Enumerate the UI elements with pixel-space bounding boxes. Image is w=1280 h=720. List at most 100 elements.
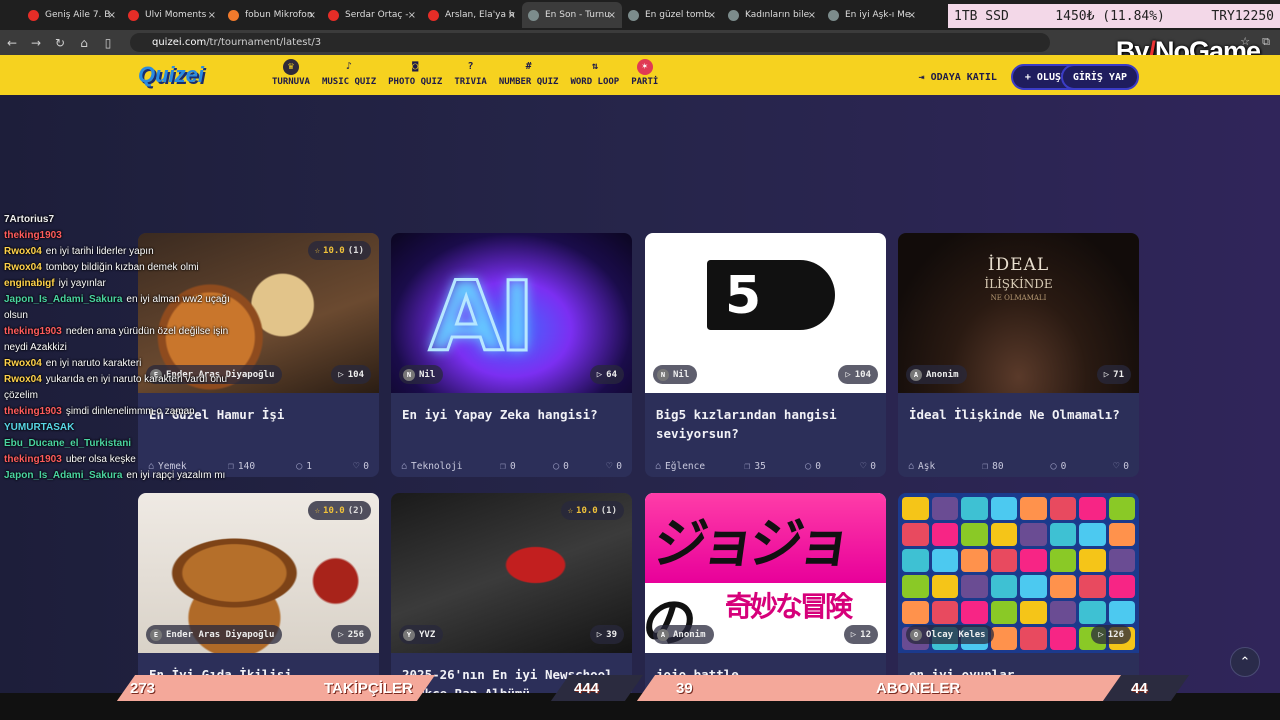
author-badge[interactable]: O Olcay Keles bbox=[906, 625, 994, 644]
play-count: 104 bbox=[347, 369, 364, 380]
subs-right-count: 44 bbox=[1131, 679, 1148, 697]
author-badge[interactable]: Y YVZ bbox=[399, 625, 444, 644]
quizei-icon bbox=[828, 9, 839, 21]
login-button[interactable]: GİRİŞ YAP bbox=[1060, 64, 1139, 90]
quiz-title[interactable]: En iyi Yapay Zeka hangisi? bbox=[391, 393, 632, 455]
author-badge[interactable]: N Nil bbox=[653, 365, 698, 384]
quiz-title[interactable]: İdeal İlişkinde Ne Olmamalı? bbox=[898, 393, 1139, 455]
menu-item-number-quiz[interactable]: # NUMBER QUIZ bbox=[493, 59, 565, 87]
quiz-card-image[interactable]: E Ender Aras Diyapoğlu ▷ 256 ☆ 10.0 (2) bbox=[138, 493, 379, 653]
category[interactable]: ⌂ Aşk bbox=[908, 461, 935, 472]
star-icon: ☆ bbox=[567, 505, 574, 516]
like-count[interactable]: ♡ 0 bbox=[860, 461, 876, 472]
browser-tab[interactable]: Ulvi Moments × bbox=[122, 2, 222, 28]
trophy-icon: ♛ bbox=[282, 59, 299, 75]
category[interactable]: ⌂ Eğlence bbox=[655, 461, 705, 472]
tab-close-icon[interactable]: × bbox=[808, 10, 816, 21]
comment-count[interactable]: ◯ 0 bbox=[1051, 461, 1067, 472]
menu-item-music-quiz[interactable]: ♪ MUSIC QUIZ bbox=[316, 59, 382, 87]
quiz-card-image[interactable]: ジョジョの 奇妙な冒険 A Anonim ▷ 12 bbox=[645, 493, 886, 653]
game-thumb bbox=[1108, 575, 1135, 598]
quiz-card[interactable]: OOlcay Keles▷126en iyi oyunlar bbox=[898, 493, 1139, 693]
quiz-card[interactable]: EEnder Aras Diyapoğlu▷256☆10.0(2)En İyi … bbox=[138, 493, 379, 693]
comment-count[interactable]: ◯ 0 bbox=[553, 461, 569, 472]
quiz-card[interactable]: AI N Nil ▷ 64 En iyi Yapay Zeka hangisi? ⌂ Tekn… bbox=[391, 233, 632, 477]
join-room-button[interactable]: ⇥ ODAYA KATIL bbox=[919, 72, 997, 83]
chat-text: en iyi tarihi liderler yapın bbox=[45, 246, 154, 257]
browser-tab[interactable]: En güzel tomb × bbox=[622, 2, 722, 28]
menu-item-turnuva[interactable]: ♛ TURNUVA bbox=[266, 59, 316, 87]
tab-close-icon[interactable]: × bbox=[408, 10, 416, 21]
comment-count[interactable]: ◯ 0 bbox=[805, 461, 821, 472]
menu-item-trivia[interactable]: ? TRIVIA bbox=[448, 59, 493, 87]
comment-count-value: 0 bbox=[815, 460, 821, 472]
tab-close-icon[interactable]: × bbox=[508, 10, 516, 21]
quiz-card[interactable]: İDEAL İLİŞKİNDE NE OLMAMALI A Anonim ▷ 71 İdeal… bbox=[898, 233, 1139, 477]
browser-tab[interactable]: Geniş Aile 7. B × bbox=[22, 2, 122, 28]
quizei-logo[interactable]: Quizei bbox=[138, 62, 204, 88]
game-thumb bbox=[1079, 601, 1106, 624]
tab-close-icon[interactable]: × bbox=[708, 10, 716, 21]
browser-toolbar: ← → ↻ ⌂ ▯ quizei.com/tr/tournament/lates… bbox=[0, 30, 1280, 55]
quiz-card-image[interactable]: AI N Nil ▷ 64 bbox=[391, 233, 632, 393]
ai-logo-art: AI bbox=[427, 260, 536, 375]
menu-item-photo-quiz[interactable]: ◙ PHOTO QUIZ bbox=[382, 59, 448, 87]
like-count[interactable]: ♡ 0 bbox=[353, 461, 369, 472]
game-thumb bbox=[1049, 497, 1076, 520]
author-badge[interactable]: E Ender Aras Diyapoğlu bbox=[146, 625, 283, 644]
quiz-card[interactable]: YYVZ▷39☆10.0(1)2025-26'nın En iyi Newsch… bbox=[391, 493, 632, 693]
quiz-card-image[interactable]: O Olcay Keles ▷ 126 bbox=[898, 493, 1139, 653]
comment-count[interactable]: ◯ 1 bbox=[296, 461, 312, 472]
game-thumb bbox=[931, 497, 958, 520]
like-count-value: 0 bbox=[363, 460, 369, 472]
browser-tab[interactable]: Serdar Ortaç - × bbox=[322, 2, 422, 28]
home-icon[interactable]: ⌂ bbox=[72, 36, 96, 50]
ticker-total: TRY12250 bbox=[1211, 8, 1274, 24]
chat-text: uber olsa keşke bbox=[65, 454, 136, 465]
author-badge[interactable]: A Anonim bbox=[653, 625, 714, 644]
item-count: ❐ 0 bbox=[500, 461, 516, 472]
category[interactable]: ⌂ Teknoloji bbox=[401, 461, 463, 472]
arrows-icon: ⇅ bbox=[591, 61, 598, 72]
browser-tab[interactable]: En iyi Aşk-ı Me × bbox=[822, 2, 922, 28]
tab-close-icon[interactable]: × bbox=[608, 10, 616, 21]
like-count[interactable]: ♡ 0 bbox=[606, 461, 622, 472]
browser-tab[interactable]: En Son - Turnu × bbox=[522, 2, 622, 28]
forward-icon[interactable]: → bbox=[24, 36, 48, 50]
translate-icon[interactable]: ⧉ bbox=[1262, 35, 1270, 49]
menu-item-word-loop[interactable]: ⇅ WORD LOOP bbox=[564, 59, 625, 87]
browser-tab[interactable]: Arslan, Ela'ya h × bbox=[422, 2, 522, 28]
play-count-badge: ▷ 71 bbox=[1096, 365, 1131, 384]
quiz-card-image[interactable]: İDEAL İLİŞKİNDE NE OLMAMALI A Anonim ▷ 71 bbox=[898, 233, 1139, 393]
tab-close-icon[interactable]: × bbox=[108, 10, 116, 21]
like-count[interactable]: ♡ 0 bbox=[1113, 461, 1129, 472]
play-count: 126 bbox=[1107, 629, 1124, 640]
quiz-card-image[interactable]: Y YVZ ▷ 39 ☆ 10.0 (1) bbox=[391, 493, 632, 653]
play-count-badge: ▷ 64 bbox=[589, 365, 624, 384]
reload-icon[interactable]: ↻ bbox=[48, 36, 72, 50]
tab-close-icon[interactable]: × bbox=[308, 10, 316, 21]
menu-item-parti̇[interactable]: ✶ PARTİ bbox=[625, 59, 664, 87]
site-icon bbox=[228, 9, 239, 21]
chat-message: Rwox04 en iyi tarihi liderler yapın bbox=[4, 244, 244, 260]
author-badge[interactable]: N Nil bbox=[399, 365, 444, 384]
quiz-title[interactable]: Big5 kızlarından hangisi seviyorsun? bbox=[645, 393, 886, 455]
rating-badge: ☆ 10.0 (1) bbox=[560, 501, 624, 520]
address-bar[interactable]: quizei.com/tr/tournament/latest/3 bbox=[130, 33, 1050, 52]
youtube-icon bbox=[28, 9, 39, 21]
tab-close-icon[interactable]: × bbox=[208, 10, 216, 21]
back-icon[interactable]: ← bbox=[0, 36, 24, 50]
sidebar-icon[interactable]: ▯ bbox=[96, 36, 120, 50]
tab-close-icon[interactable]: × bbox=[908, 10, 916, 21]
heart-icon: ♡ bbox=[860, 460, 867, 472]
game-thumb bbox=[1049, 549, 1076, 572]
quiz-card[interactable]: ジョジョの奇妙な冒険AAnonim▷12jojo battle bbox=[645, 493, 886, 693]
author-badge[interactable]: A Anonim bbox=[906, 365, 967, 384]
jojo-logo-subtext: 奇妙な冒険 bbox=[725, 590, 853, 623]
browser-tab[interactable]: Kadınların bile × bbox=[722, 2, 822, 28]
author-name: Ender Aras Diyapoğlu bbox=[166, 629, 275, 640]
play-count: 64 bbox=[606, 369, 617, 380]
browser-tab[interactable]: fobun Mikrofon × bbox=[222, 2, 322, 28]
quiz-card-image[interactable]: 5 N Nil ▷ 104 bbox=[645, 233, 886, 393]
ticker-price: 1450₺ (11.84%) bbox=[1055, 8, 1165, 24]
